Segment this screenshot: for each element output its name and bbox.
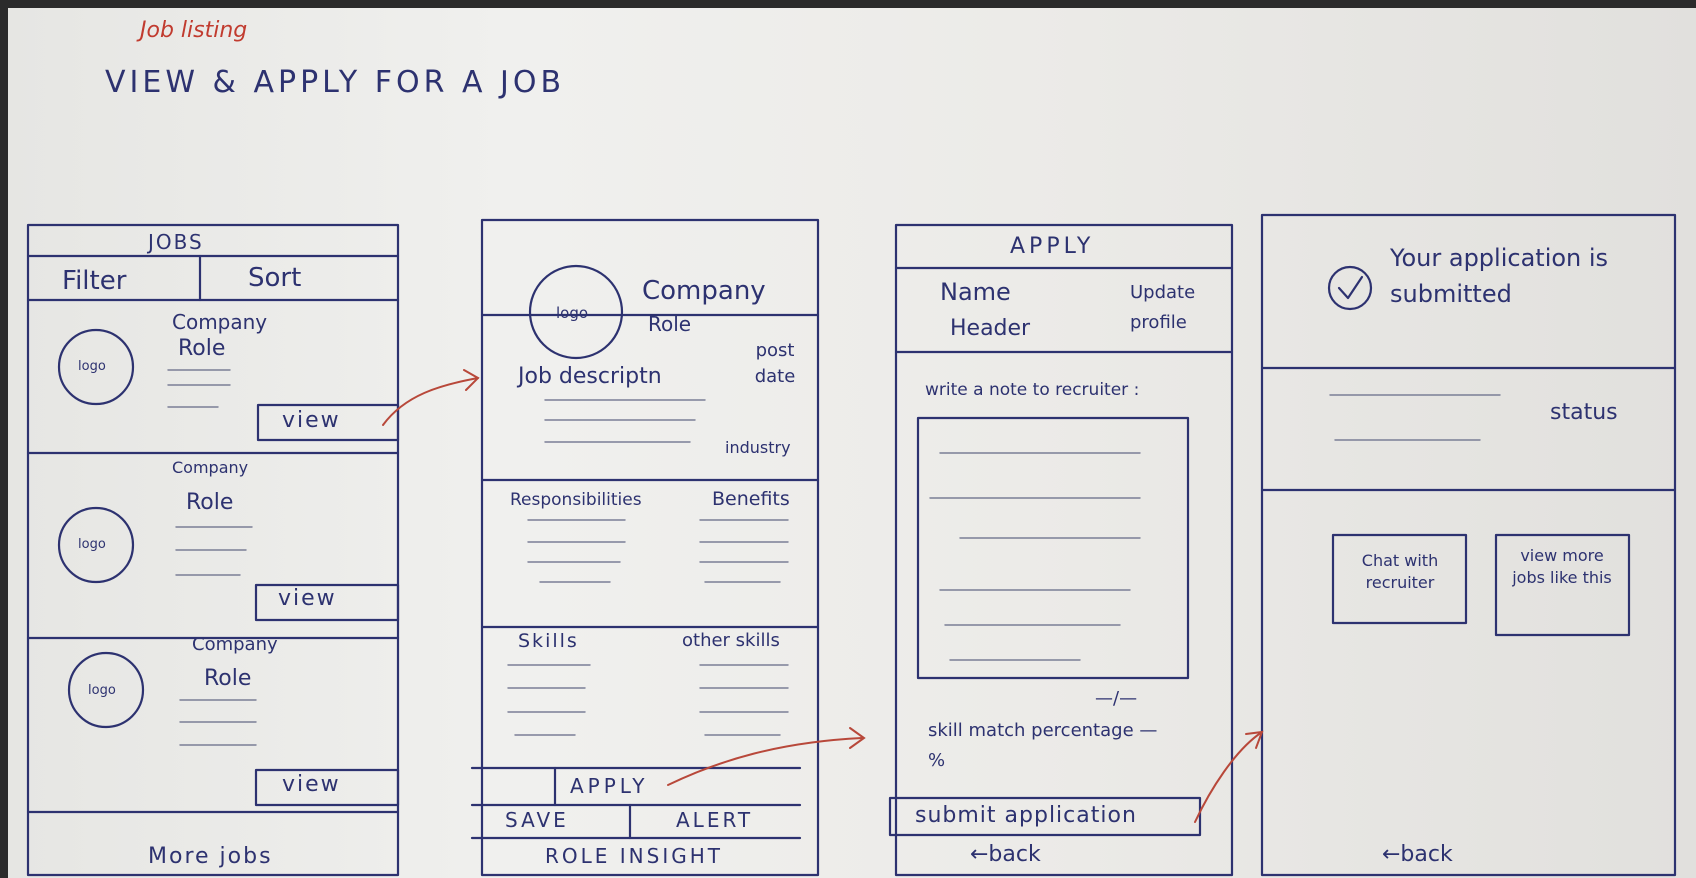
- update-profile-link[interactable]: Update profile: [1130, 278, 1220, 338]
- apply-title: APPLY: [1010, 234, 1095, 259]
- save-button[interactable]: SAVE: [505, 810, 569, 830]
- view-button[interactable]: view: [282, 774, 341, 796]
- skills-label: Skills: [518, 630, 579, 652]
- page-tag: Job listing: [140, 18, 248, 43]
- company-name: Company: [642, 276, 766, 306]
- back-button[interactable]: ←back: [1382, 844, 1453, 866]
- note-label: write a note to recruiter :: [925, 380, 1140, 400]
- job-description-label: Job descriptn: [518, 364, 662, 389]
- more-jobs-link[interactable]: More jobs: [148, 846, 273, 868]
- company-name: Company: [172, 458, 249, 477]
- company-logo: logo: [78, 359, 106, 374]
- company-logo: logo: [88, 683, 116, 698]
- chat-with-recruiter-button[interactable]: Chat with recruiter: [1340, 550, 1460, 594]
- note-textarea[interactable]: [918, 418, 1188, 678]
- skill-match-percentage: skill match percentage —%: [928, 720, 1158, 771]
- apply-button[interactable]: APPLY: [570, 776, 649, 796]
- job-role: Role: [648, 312, 692, 336]
- company-name: Company: [192, 634, 278, 655]
- company-logo: logo: [556, 304, 589, 322]
- job-role: Role: [186, 490, 234, 515]
- submit-application-button[interactable]: submit application: [915, 805, 1137, 827]
- post-date-label: post date: [754, 340, 796, 387]
- company-name: Company: [172, 310, 268, 334]
- view-more-jobs-button[interactable]: view more jobs like this: [1502, 545, 1622, 589]
- filter-button[interactable]: Filter: [62, 268, 126, 294]
- job-role: Role: [204, 666, 252, 691]
- view-button[interactable]: view: [282, 410, 341, 432]
- jobs-title: JOBS: [148, 230, 204, 254]
- alert-button[interactable]: ALERT: [676, 810, 753, 830]
- other-skills-label: other skills: [682, 630, 780, 651]
- back-button[interactable]: ←back: [970, 844, 1041, 866]
- role-insight-button[interactable]: ROLE INSIGHT: [545, 846, 723, 866]
- character-count: —/—: [1095, 688, 1138, 709]
- confirmation-message: Your application is submitted: [1390, 244, 1609, 308]
- benefits-label: Benefits: [712, 488, 790, 510]
- responsibilities-label: Responsibilities: [510, 490, 642, 510]
- sort-button[interactable]: Sort: [248, 265, 301, 291]
- view-button[interactable]: view: [278, 588, 337, 610]
- page-title: VIEW & APPLY FOR A JOB: [105, 65, 566, 100]
- industry-label: industry: [725, 438, 791, 457]
- name-label: Name: [940, 278, 1011, 306]
- header-label: Header: [950, 316, 1031, 341]
- job-role: Role: [178, 336, 226, 361]
- status-label: status: [1550, 400, 1618, 425]
- wireframe-sketch: [26, 213, 1677, 877]
- check-circle-icon: [1329, 267, 1371, 309]
- company-logo: logo: [78, 537, 106, 552]
